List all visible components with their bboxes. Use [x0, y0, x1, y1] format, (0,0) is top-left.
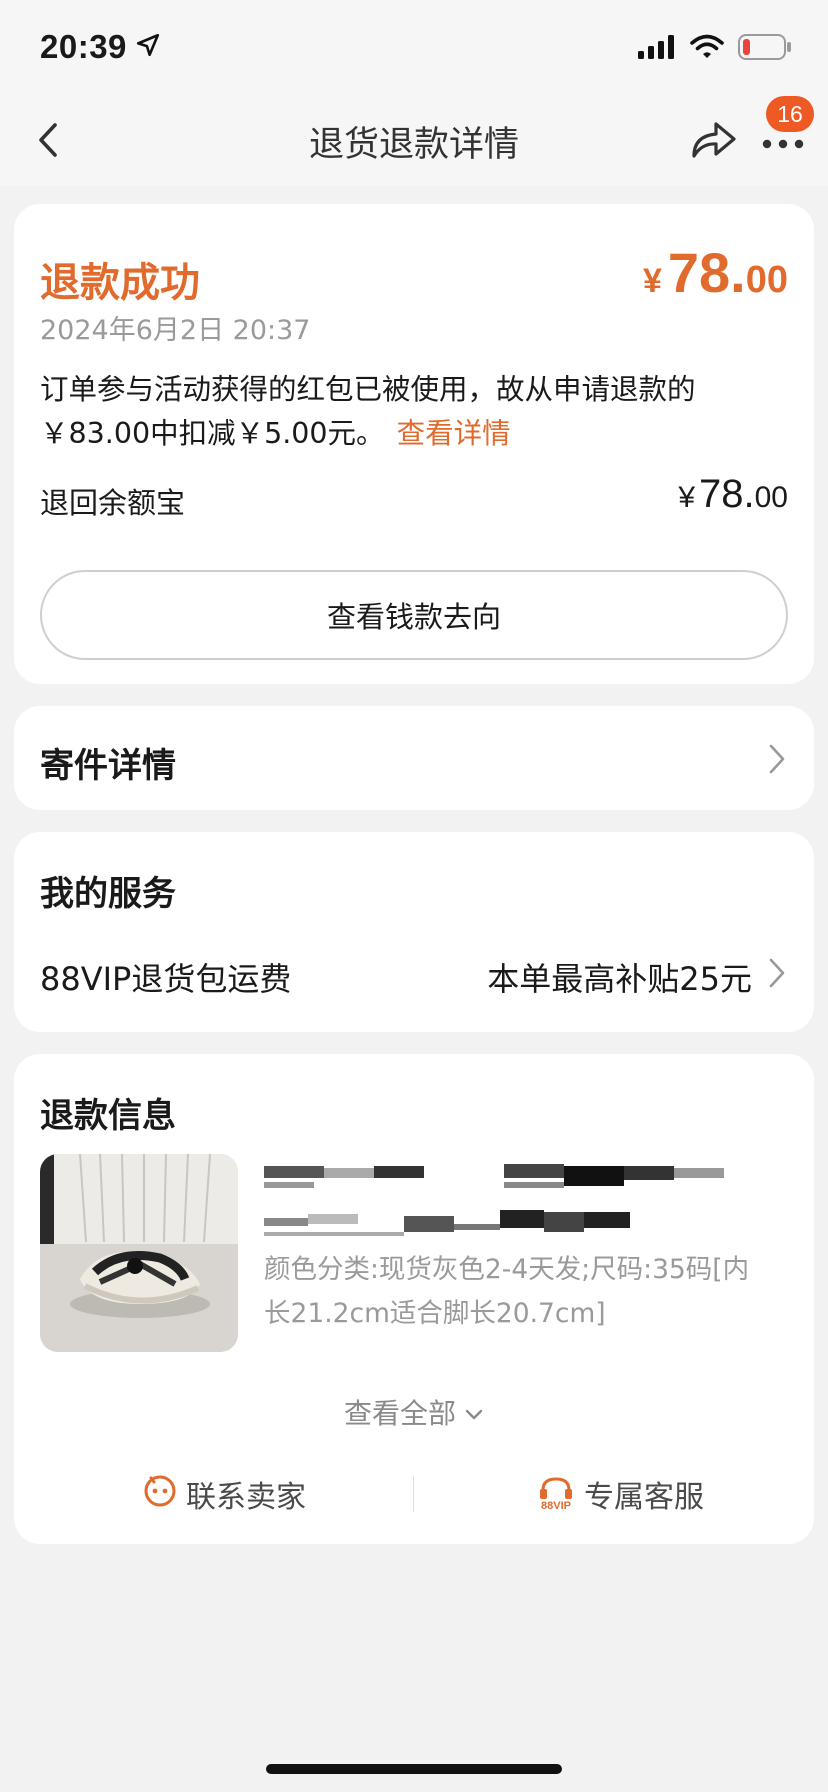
- shipping-details-card[interactable]: 寄件详情: [14, 706, 814, 810]
- chevron-down-icon: [464, 1396, 484, 1429]
- service-name[interactable]: 88VIP退货包运费: [40, 954, 291, 1000]
- money-flow-button[interactable]: 查看钱款去向: [40, 570, 788, 660]
- battery-low-icon: [738, 34, 792, 64]
- refund-date: 2024年6月2日 20:37: [40, 315, 311, 346]
- chevron-right-icon[interactable]: [766, 956, 788, 990]
- view-all-label: 查看全部: [343, 1397, 456, 1430]
- vip-headset-icon: 88VIP: [536, 1476, 576, 1512]
- product-spec: 颜色分类:现货灰色2-4天发;尺码:35码[内长21.2cm适合脚长20.7cm…: [264, 1254, 750, 1329]
- dest-amount-integer: 78.: [699, 472, 755, 516]
- refund-info-card: 退款信息 颜色分类:现货灰色2-4天发;尺码:35码[内长21.2cm适合脚长2…: [14, 1054, 814, 1544]
- vip-label: 88VIP: [541, 1500, 571, 1512]
- product-image[interactable]: [40, 1154, 238, 1352]
- refund-status-card: 退款成功 ¥ 78. 00 2024年6月2日 20:37 订单参与活动获得的红…: [14, 204, 814, 684]
- refund-destination: 退回余额宝: [40, 486, 186, 520]
- cellular-signal-icon: [638, 35, 676, 63]
- view-all-inner: 查看全部: [344, 1392, 484, 1432]
- home-indicator[interactable]: [266, 1764, 562, 1774]
- nav-bar: 退货退款详情: [0, 98, 828, 186]
- exclusive-service-label: 专属客服: [584, 1480, 704, 1515]
- product-title-redacted[interactable]: [264, 1158, 764, 1244]
- refund-info-title: 退款信息: [40, 1096, 176, 1136]
- refund-note-line1: 订单参与活动获得的红包已被使用，故从申请退款的: [40, 373, 696, 406]
- notification-badge: 16: [766, 96, 814, 132]
- share-button[interactable]: [690, 118, 738, 166]
- contact-seller-button[interactable]: 联系卖家: [142, 1464, 306, 1524]
- refund-note-line2-wrap: ￥83.00中扣减￥5.00元。 查看详情: [40, 412, 770, 456]
- refund-status: 退款成功: [40, 260, 200, 306]
- share-icon: [690, 122, 738, 166]
- refund-note: 订单参与活动获得的红包已被使用，故从申请退款的 ￥83.00中扣减￥5.00元。…: [40, 368, 770, 456]
- status-icons: [638, 34, 792, 64]
- refund-amount-decimal: 00: [745, 259, 788, 301]
- refund-amount: ¥ 78. 00: [643, 240, 788, 305]
- status-bar: 20:39: [0, 0, 828, 98]
- shipping-details-title: 寄件详情: [40, 746, 176, 786]
- refund-amount-integer: 78.: [667, 241, 746, 304]
- view-all-button[interactable]: 查看全部: [14, 1392, 814, 1432]
- my-services-title: 我的服务: [40, 874, 176, 914]
- view-details-link[interactable]: 查看详情: [397, 417, 511, 450]
- exclusive-service-button[interactable]: 88VIP 专属客服: [536, 1464, 704, 1524]
- refund-destination-amount: ¥ 78. 00: [678, 472, 788, 517]
- contact-seller-label: 联系卖家: [186, 1480, 306, 1515]
- dest-amount-currency: ¥: [678, 481, 696, 514]
- refund-amount-currency: ¥: [642, 262, 662, 300]
- actions-row: 联系卖家 88VIP 专属客服: [14, 1464, 814, 1524]
- location-arrow-icon: [135, 32, 161, 62]
- wifi-icon: [690, 34, 724, 64]
- action-divider: [413, 1476, 414, 1512]
- chevron-right-icon: [766, 742, 788, 776]
- refund-note-line2: ￥83.00中扣减￥5.00元。: [40, 417, 385, 450]
- my-services-card: 我的服务 88VIP退货包运费 本单最高补贴25元: [14, 832, 814, 1032]
- dest-amount-decimal: 00: [754, 481, 788, 514]
- seller-chat-icon: [142, 1472, 178, 1516]
- status-time: 20:39: [40, 28, 127, 65]
- more-dots-icon: [758, 139, 808, 172]
- status-time-group: 20:39: [40, 28, 161, 66]
- service-value[interactable]: 本单最高补贴25元: [487, 954, 752, 1000]
